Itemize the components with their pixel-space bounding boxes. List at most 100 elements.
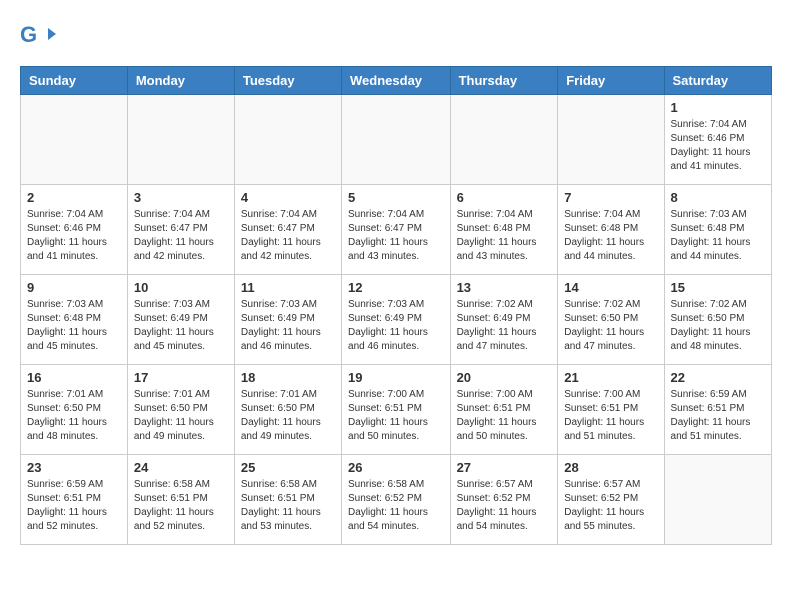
day-info: Sunrise: 7:04 AM Sunset: 6:48 PM Dayligh… — [564, 208, 657, 264]
day-number: 19 — [348, 370, 444, 385]
calendar-cell — [21, 95, 128, 185]
calendar-cell: 5 Sunrise: 7:04 AM Sunset: 6:47 PM Daylig… — [342, 185, 451, 275]
logo: G — [20, 20, 60, 56]
col-header-saturday: Saturday — [664, 67, 771, 95]
day-number: 16 — [27, 370, 121, 385]
day-info: Sunrise: 7:01 AM Sunset: 6:50 PM Dayligh… — [27, 388, 121, 444]
day-info: Sunrise: 7:01 AM Sunset: 6:50 PM Dayligh… — [241, 388, 335, 444]
day-info: Sunrise: 7:00 AM Sunset: 6:51 PM Dayligh… — [564, 388, 657, 444]
week-row-5: 23 Sunrise: 6:59 AM Sunset: 6:51 PM Dayli… — [21, 455, 772, 545]
day-info: Sunrise: 7:00 AM Sunset: 6:51 PM Dayligh… — [457, 388, 552, 444]
calendar-cell: 18 Sunrise: 7:01 AM Sunset: 6:50 PM Dayli… — [234, 365, 341, 455]
day-number: 17 — [134, 370, 228, 385]
calendar-cell: 21 Sunrise: 7:00 AM Sunset: 6:51 PM Dayli… — [558, 365, 664, 455]
calendar-cell: 11Sunrise: 7:03 AM Sunset: 6:49 PM Dayli… — [234, 275, 341, 365]
col-header-monday: Monday — [127, 67, 234, 95]
day-number: 1 — [671, 100, 765, 115]
day-number: 27 — [457, 460, 552, 475]
calendar-cell — [450, 95, 558, 185]
calendar-cell — [127, 95, 234, 185]
day-info: Sunrise: 7:03 AM Sunset: 6:49 PM Dayligh… — [241, 298, 335, 354]
header: G — [20, 20, 772, 56]
day-number: 21 — [564, 370, 657, 385]
day-info: Sunrise: 7:03 AM Sunset: 6:48 PM Dayligh… — [671, 208, 765, 264]
calendar-cell — [234, 95, 341, 185]
day-info: Sunrise: 7:04 AM Sunset: 6:47 PM Dayligh… — [241, 208, 335, 264]
calendar-cell: 9 Sunrise: 7:03 AM Sunset: 6:48 PM Daylig… — [21, 275, 128, 365]
calendar-cell: 10Sunrise: 7:03 AM Sunset: 6:49 PM Dayli… — [127, 275, 234, 365]
calendar-body: 1 Sunrise: 7:04 AM Sunset: 6:46 PM Daylig… — [21, 95, 772, 545]
day-info: Sunrise: 7:00 AM Sunset: 6:51 PM Dayligh… — [348, 388, 444, 444]
calendar-cell: 24 Sunrise: 6:58 AM Sunset: 6:51 PM Dayli… — [127, 455, 234, 545]
day-info: Sunrise: 6:58 AM Sunset: 6:52 PM Dayligh… — [348, 478, 444, 534]
week-row-1: 1 Sunrise: 7:04 AM Sunset: 6:46 PM Daylig… — [21, 95, 772, 185]
col-header-thursday: Thursday — [450, 67, 558, 95]
day-info: Sunrise: 6:59 AM Sunset: 6:51 PM Dayligh… — [671, 388, 765, 444]
day-info: Sunrise: 7:03 AM Sunset: 6:48 PM Dayligh… — [27, 298, 121, 354]
day-number: 20 — [457, 370, 552, 385]
day-info: Sunrise: 7:04 AM Sunset: 6:46 PM Dayligh… — [27, 208, 121, 264]
day-info: Sunrise: 7:01 AM Sunset: 6:50 PM Dayligh… — [134, 388, 228, 444]
day-number: 24 — [134, 460, 228, 475]
calendar-cell — [664, 455, 771, 545]
calendar-cell: 12 Sunrise: 7:03 AM Sunset: 6:49 PM Dayli… — [342, 275, 451, 365]
calendar-cell: 2 Sunrise: 7:04 AM Sunset: 6:46 PM Daylig… — [21, 185, 128, 275]
calendar-cell: 8 Sunrise: 7:03 AM Sunset: 6:48 PM Daylig… — [664, 185, 771, 275]
day-number: 12 — [348, 280, 444, 295]
day-info: Sunrise: 6:59 AM Sunset: 6:51 PM Dayligh… — [27, 478, 121, 534]
day-info: Sunrise: 7:02 AM Sunset: 6:50 PM Dayligh… — [564, 298, 657, 354]
day-info: Sunrise: 7:02 AM Sunset: 6:49 PM Dayligh… — [457, 298, 552, 354]
day-number: 18 — [241, 370, 335, 385]
day-info: Sunrise: 7:04 AM Sunset: 6:46 PM Dayligh… — [671, 118, 765, 174]
calendar-cell: 15 Sunrise: 7:02 AM Sunset: 6:50 PM Dayli… — [664, 275, 771, 365]
day-number: 15 — [671, 280, 765, 295]
calendar-cell: 26 Sunrise: 6:58 AM Sunset: 6:52 PM Dayli… — [342, 455, 451, 545]
col-header-wednesday: Wednesday — [342, 67, 451, 95]
day-info: Sunrise: 6:58 AM Sunset: 6:51 PM Dayligh… — [241, 478, 335, 534]
week-row-2: 2 Sunrise: 7:04 AM Sunset: 6:46 PM Daylig… — [21, 185, 772, 275]
day-number: 8 — [671, 190, 765, 205]
calendar-cell: 6Sunrise: 7:04 AM Sunset: 6:48 PM Daylig… — [450, 185, 558, 275]
day-number: 7 — [564, 190, 657, 205]
calendar-cell: 25 Sunrise: 6:58 AM Sunset: 6:51 PM Dayli… — [234, 455, 341, 545]
day-info: Sunrise: 7:02 AM Sunset: 6:50 PM Dayligh… — [671, 298, 765, 354]
day-number: 9 — [27, 280, 121, 295]
calendar-cell: 22 Sunrise: 6:59 AM Sunset: 6:51 PM Dayli… — [664, 365, 771, 455]
calendar-cell: 3Sunrise: 7:04 AM Sunset: 6:47 PM Daylig… — [127, 185, 234, 275]
day-info: Sunrise: 6:57 AM Sunset: 6:52 PM Dayligh… — [564, 478, 657, 534]
day-info: Sunrise: 7:03 AM Sunset: 6:49 PM Dayligh… — [348, 298, 444, 354]
calendar-cell: 27 Sunrise: 6:57 AM Sunset: 6:52 PM Dayli… — [450, 455, 558, 545]
day-info: Sunrise: 6:58 AM Sunset: 6:51 PM Dayligh… — [134, 478, 228, 534]
col-header-friday: Friday — [558, 67, 664, 95]
col-header-tuesday: Tuesday — [234, 67, 341, 95]
day-number: 2 — [27, 190, 121, 205]
week-row-4: 16 Sunrise: 7:01 AM Sunset: 6:50 PM Dayli… — [21, 365, 772, 455]
logo-icon: G — [20, 20, 56, 56]
calendar-cell: 19 Sunrise: 7:00 AM Sunset: 6:51 PM Dayli… — [342, 365, 451, 455]
day-info: Sunrise: 6:57 AM Sunset: 6:52 PM Dayligh… — [457, 478, 552, 534]
day-number: 13 — [457, 280, 552, 295]
calendar-cell: 16 Sunrise: 7:01 AM Sunset: 6:50 PM Dayli… — [21, 365, 128, 455]
day-number: 26 — [348, 460, 444, 475]
week-row-3: 9 Sunrise: 7:03 AM Sunset: 6:48 PM Daylig… — [21, 275, 772, 365]
day-number: 23 — [27, 460, 121, 475]
calendar-cell: 13 Sunrise: 7:02 AM Sunset: 6:49 PM Dayli… — [450, 275, 558, 365]
calendar-header: SundayMondayTuesdayWednesdayThursdayFrid… — [21, 67, 772, 95]
calendar-cell — [342, 95, 451, 185]
day-number: 22 — [671, 370, 765, 385]
day-number: 25 — [241, 460, 335, 475]
day-info: Sunrise: 7:04 AM Sunset: 6:47 PM Dayligh… — [348, 208, 444, 264]
calendar-cell: 4Sunrise: 7:04 AM Sunset: 6:47 PM Daylig… — [234, 185, 341, 275]
calendar-cell: 28 Sunrise: 6:57 AM Sunset: 6:52 PM Dayli… — [558, 455, 664, 545]
day-number: 5 — [348, 190, 444, 205]
calendar-cell: 7 Sunrise: 7:04 AM Sunset: 6:48 PM Daylig… — [558, 185, 664, 275]
col-header-sunday: Sunday — [21, 67, 128, 95]
calendar-cell: 14Sunrise: 7:02 AM Sunset: 6:50 PM Dayli… — [558, 275, 664, 365]
calendar-table: SundayMondayTuesdayWednesdayThursdayFrid… — [20, 66, 772, 545]
calendar-cell — [558, 95, 664, 185]
day-number: 28 — [564, 460, 657, 475]
day-number: 10 — [134, 280, 228, 295]
calendar-cell: 17 Sunrise: 7:01 AM Sunset: 6:50 PM Dayli… — [127, 365, 234, 455]
day-info: Sunrise: 7:04 AM Sunset: 6:47 PM Dayligh… — [134, 208, 228, 264]
day-number: 6 — [457, 190, 552, 205]
